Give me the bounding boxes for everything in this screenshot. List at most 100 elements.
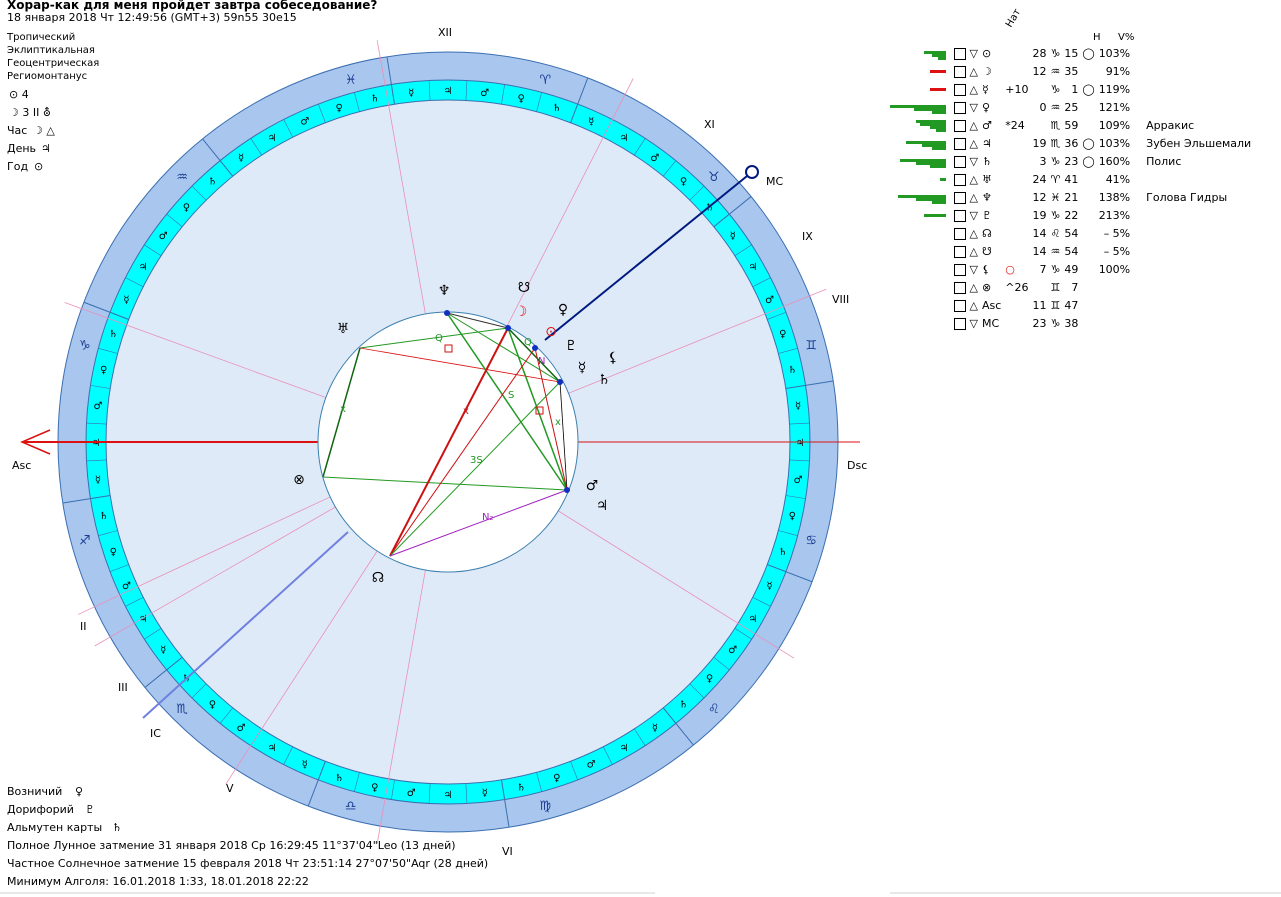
mc-label: MC (766, 175, 783, 188)
dor-label: Дорифорий (7, 803, 74, 816)
fixed-star: Арракис (1146, 118, 1195, 132)
term-ruler-glyph: ♂ (765, 295, 774, 306)
strength-bars (888, 44, 952, 62)
planet-glyph: MC (981, 316, 1000, 330)
zodiac-sign-glyph: ♋ (805, 533, 817, 548)
planet-row[interactable]: △ ♅ 24 ♈ 41 41% (888, 170, 1253, 188)
planet-degree: 12 (1032, 190, 1047, 204)
planet-row[interactable]: △ Asc 11 ♊ 47 (888, 296, 1253, 314)
planet-extra: ^26 (1005, 280, 1029, 294)
aspect-label: S (508, 390, 514, 401)
planet-row[interactable]: △ ♆ 12 ♓ 21 138% Голова Гидры (888, 188, 1253, 206)
fixed-star (1132, 62, 1253, 80)
planet-glyph-icon[interactable]: ♇ (565, 338, 578, 354)
planet-glyph: ♂ (981, 118, 992, 132)
planet-glyph-icon[interactable]: ⚸ (608, 350, 618, 366)
zodiac-sign-glyph: ♍ (539, 799, 551, 814)
planet-row[interactable]: ▽ ⚸ ○ 7 ♑ 49 100% (888, 260, 1253, 278)
planet-degree: 19 (1032, 208, 1047, 222)
planet-row[interactable]: △ ☊ 14 ♌ 54 – 5% (888, 224, 1253, 242)
planet-degree (1031, 278, 1049, 296)
square-icon (954, 65, 966, 78)
planet-row[interactable]: ▽ ♇ 19 ♑ 22 213% (888, 206, 1253, 224)
planet-extra (1003, 170, 1030, 188)
planet-row[interactable]: ▽ ♀ 0 ♒ 25 121% (888, 98, 1253, 116)
planet-glyph-icon[interactable]: ♀ (558, 302, 568, 318)
term-ruler-glyph: ♀ (789, 511, 796, 522)
scroll-divider (0, 892, 655, 894)
planet-minute: 54 (1064, 226, 1079, 240)
strength-bars (888, 314, 952, 332)
square-icon (954, 191, 966, 204)
planet-strength (1097, 278, 1132, 296)
strength-bars (888, 278, 952, 296)
strength-bar (932, 147, 946, 150)
strength-bars (888, 296, 952, 314)
triangle-icon: △ (969, 298, 978, 312)
planet-strength (1097, 296, 1132, 314)
term-ruler-glyph: ♃ (268, 133, 277, 144)
planet-extra (1003, 134, 1030, 152)
planet-row[interactable]: △ ☋ 14 ♒ 54 – 5% (888, 242, 1253, 260)
planet-minute: 7 (1071, 280, 1079, 294)
planet-row[interactable]: △ ⊗ ^26 ♊ 7 (888, 278, 1253, 296)
strength-bars (888, 116, 952, 134)
square-icon (954, 209, 966, 222)
planet-glyph-icon[interactable]: ♃ (596, 498, 609, 514)
strength-bars (888, 62, 952, 80)
planet-row[interactable]: ▽ MC 23 ♑ 38 (888, 314, 1253, 332)
aspect-icons: ▽ (952, 152, 980, 170)
planet-house-marker: ◯ (1082, 82, 1095, 96)
square-icon (954, 245, 966, 258)
square-icon (954, 263, 966, 276)
chart-wheel[interactable]: ♓ ♒ ♑ ♐ ♏ ♎ ♍ ♌ ♋ ♊ ♉ ♈ ♄ ♀ ♂ ♃ ☿ ♄ ♀ ♂ ♃ ☿ ♄ ♀ ♂ ♃ ☿ ♄ ♀ ♂ ♃ ☿ ♄ ♀ ♂ ♃ ☿ ♄ ♀ ♂… (0, 0, 880, 897)
term-ruler-glyph: ♀ (371, 782, 378, 793)
planet-glyph-icon[interactable]: ☽ (515, 304, 528, 320)
planet-glyph-icon[interactable]: ♆ (438, 283, 451, 299)
strength-bars (888, 170, 952, 188)
aspect-label: Q (524, 337, 532, 348)
planet-glyph-icon[interactable]: ☿ (578, 360, 587, 376)
fixed-star (1132, 206, 1253, 224)
planet-strength: – 5% (1103, 226, 1131, 240)
term-ruler-glyph: ♂ (93, 401, 102, 412)
square-icon (954, 119, 966, 132)
planet-minute: 22 (1064, 208, 1079, 222)
planet-position-dot (444, 310, 450, 316)
planet-row[interactable]: △ ♃ 19 ♏ 36 ◯ 103% Зубен Эльшемали (888, 134, 1253, 152)
planet-sign: ♒ (1050, 244, 1061, 258)
planet-glyph-icon[interactable]: ⊗ (293, 472, 305, 488)
planet-degree: 12 (1032, 64, 1047, 78)
zodiac-sign-glyph: ♎ (345, 799, 357, 814)
square-icon (954, 227, 966, 240)
aspect-icons: △ (952, 296, 980, 314)
strength-bars (888, 98, 952, 116)
planet-position-dot (505, 325, 511, 331)
triangle-icon: △ (969, 226, 978, 240)
term-ruler-glyph: ☿ (302, 760, 308, 771)
planet-extra (1003, 296, 1030, 314)
planet-glyph-icon[interactable]: ♄ (598, 372, 611, 388)
aspect-icons: △ (952, 80, 980, 98)
triangle-icon: △ (969, 64, 978, 78)
planet-glyph-icon[interactable]: ☊ (372, 570, 384, 586)
aspect-label: x (555, 417, 561, 428)
planet-glyph-icon[interactable]: ☋ (518, 280, 530, 296)
planet-glyph-icon[interactable]: ♂ (586, 478, 599, 494)
term-ruler-glyph: ♂ (587, 760, 596, 771)
term-ruler-glyph: ♀ (183, 202, 190, 213)
scroll-divider-right (890, 892, 1281, 894)
planet-row[interactable]: △ ♂ *24 ♏ 59 109% Арракис (888, 116, 1253, 134)
planet-glyph: ☋ (981, 244, 992, 258)
planet-row[interactable]: △ ☿ +10 ♑ 1 ◯ 119% (888, 80, 1253, 98)
planet-row[interactable]: △ ☽ 12 ♒ 35 91% (888, 62, 1253, 80)
planet-row[interactable]: ▽ ⊙ 28 ♑ 15 ◯ 103% (888, 44, 1253, 62)
planet-glyph: ⊗ (981, 280, 992, 294)
planet-house-marker: ◯ (1082, 154, 1095, 168)
square-icon (954, 317, 966, 330)
planet-row[interactable]: ▽ ♄ 3 ♑ 23 ◯ 160% Полис (888, 152, 1253, 170)
planet-glyph-icon[interactable]: ♅ (337, 321, 350, 337)
planet-glyph-icon[interactable]: ⊙ (545, 324, 557, 340)
planet-glyph: ♀ (981, 100, 991, 114)
planet-glyph: ♅ (981, 172, 992, 186)
